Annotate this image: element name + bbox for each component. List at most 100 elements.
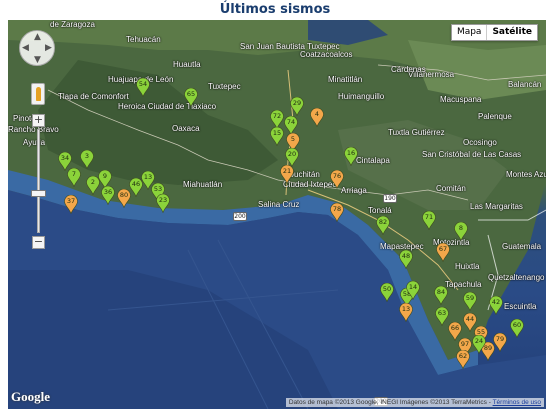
marker-label: 67 — [438, 245, 448, 253]
marker-label: 53 — [153, 185, 163, 193]
attribution-text: Datos de mapa ©2013 Google, INEGI Imágen… — [288, 399, 487, 406]
marker-label: 13 — [143, 173, 153, 181]
place-label: Huixtla — [455, 262, 480, 271]
marker-label: 8 — [458, 224, 464, 232]
marker-label: 16 — [346, 149, 356, 157]
earthquake-marker[interactable]: 76 — [330, 170, 344, 189]
earthquake-marker[interactable]: 84 — [434, 286, 448, 305]
earthquake-marker[interactable]: 15 — [270, 127, 284, 146]
earthquake-marker[interactable]: 8 — [454, 222, 468, 241]
earthquake-marker[interactable]: 59 — [463, 292, 477, 311]
marker-label: 34 — [60, 154, 70, 162]
marker-label: 97 — [460, 340, 470, 348]
marker-label: 48 — [401, 252, 411, 260]
marker-label: 13 — [401, 305, 411, 313]
map-type-control: Mapa Satélite — [450, 24, 538, 41]
marker-label: 37 — [66, 197, 76, 205]
zoom-slider-track[interactable] — [37, 129, 40, 233]
place-label: Cárdenas — [391, 65, 426, 74]
map-type-satellite-button[interactable]: Satélite — [486, 25, 537, 40]
pan-up-icon[interactable]: ▲ — [34, 33, 41, 42]
earthquake-marker[interactable]: 7 — [67, 168, 81, 187]
earthquake-marker[interactable]: 42 — [489, 296, 503, 315]
earthquake-marker[interactable]: 13 — [399, 303, 413, 322]
marker-label: 5 — [290, 135, 296, 143]
marker-label: 50 — [382, 285, 392, 293]
earthquake-marker[interactable]: 82 — [376, 216, 390, 235]
map-type-map-button[interactable]: Mapa — [452, 25, 487, 40]
pan-control[interactable]: ▲ ▼ ◀ ▶ — [19, 30, 55, 66]
marker-label: 36 — [103, 188, 113, 196]
earthquake-marker[interactable]: 63 — [435, 307, 449, 326]
earthquake-marker[interactable]: 71 — [422, 211, 436, 230]
place-label: Ocosingo — [463, 138, 497, 147]
place-label: Comitán — [436, 184, 466, 193]
place-label: Montes Azules — [506, 170, 546, 179]
marker-label: 29 — [292, 99, 302, 107]
earthquake-marker[interactable]: 67 — [436, 243, 450, 262]
marker-label: 74 — [286, 118, 296, 126]
street-view-pegman-icon[interactable] — [31, 83, 45, 105]
place-label: Oaxaca — [172, 124, 200, 133]
marker-label: 63 — [437, 309, 447, 317]
marker-label: 72 — [272, 112, 282, 120]
marker-label: 76 — [332, 172, 342, 180]
zoom-slider-handle[interactable] — [31, 190, 46, 197]
earthquake-marker[interactable]: 3 — [80, 150, 94, 169]
earthquake-marker[interactable]: 50 — [380, 283, 394, 302]
place-label: Miahuatlán — [183, 180, 223, 189]
earthquake-marker[interactable]: 23 — [156, 194, 170, 213]
highway-shield: 200 — [233, 212, 247, 221]
place-label: Quetzaltenango — [488, 273, 545, 282]
place-label: Tuxtla Gutiérrez — [388, 128, 445, 137]
highway-shield: 190 — [383, 194, 397, 203]
earthquake-marker[interactable]: 2 — [86, 176, 100, 195]
earthquake-marker[interactable]: 78 — [330, 203, 344, 222]
place-label: Escuintla — [504, 302, 537, 311]
earthquake-marker[interactable]: 65 — [184, 88, 198, 107]
marker-label: 15 — [272, 129, 282, 137]
terms-of-use-link[interactable]: Términos de uso — [493, 399, 541, 406]
marker-label: 66 — [450, 324, 460, 332]
earthquake-marker[interactable]: 21 — [280, 165, 294, 184]
zoom-out-button[interactable]: − — [32, 236, 45, 249]
pan-left-icon[interactable]: ◀ — [22, 44, 29, 53]
place-label: Minatitlán — [328, 75, 363, 84]
marker-label: 82 — [378, 218, 388, 226]
pan-right-icon[interactable]: ▶ — [45, 44, 52, 53]
place-label: Las Margaritas — [470, 202, 523, 211]
marker-label: 42 — [491, 298, 501, 306]
earthquake-marker[interactable]: 60 — [510, 319, 524, 338]
earthquake-marker[interactable]: 29 — [290, 97, 304, 116]
place-label: Ayutla — [23, 138, 46, 147]
earthquake-marker[interactable]: 62 — [456, 350, 470, 369]
marker-label: 21 — [282, 167, 292, 175]
marker-label: 84 — [436, 288, 446, 296]
marker-label: 7 — [71, 170, 77, 178]
map-canvas[interactable]: de Zaragoza Tehuacán San Juan Bautista T… — [8, 20, 546, 409]
earthquake-marker[interactable]: 54 — [136, 78, 150, 97]
place-label: Coatzacoalcos — [300, 50, 353, 59]
place-label: Heroica Ciudad de Tlaxiaco — [118, 102, 217, 111]
marker-label: 59 — [465, 294, 475, 302]
zoom-in-button[interactable]: + — [32, 114, 45, 127]
place-label: Salina Cruz — [258, 200, 300, 209]
google-logo: Google — [11, 389, 50, 404]
earthquake-marker[interactable]: 48 — [399, 250, 413, 269]
marker-label: 65 — [186, 90, 196, 98]
earthquake-marker[interactable]: 24 — [472, 335, 486, 354]
earthquake-marker[interactable]: 36 — [101, 186, 115, 205]
marker-label: 3 — [84, 152, 90, 160]
place-label: de Zaragoza — [50, 20, 95, 29]
place-label: Tlapa de Comonfort — [58, 92, 129, 101]
marker-label: 20 — [287, 150, 297, 158]
marker-label: 14 — [408, 283, 418, 291]
place-label: Tehuacán — [126, 35, 161, 44]
earthquake-marker[interactable]: 16 — [344, 147, 358, 166]
earthquake-marker[interactable]: 4 — [310, 108, 324, 127]
earthquake-marker[interactable]: 79 — [493, 333, 507, 352]
pan-down-icon[interactable]: ▼ — [34, 56, 41, 65]
earthquake-marker[interactable]: 37 — [64, 195, 78, 214]
earthquake-marker[interactable]: 14 — [406, 281, 420, 300]
place-label: San Cristóbal de Las Casas — [422, 150, 522, 159]
